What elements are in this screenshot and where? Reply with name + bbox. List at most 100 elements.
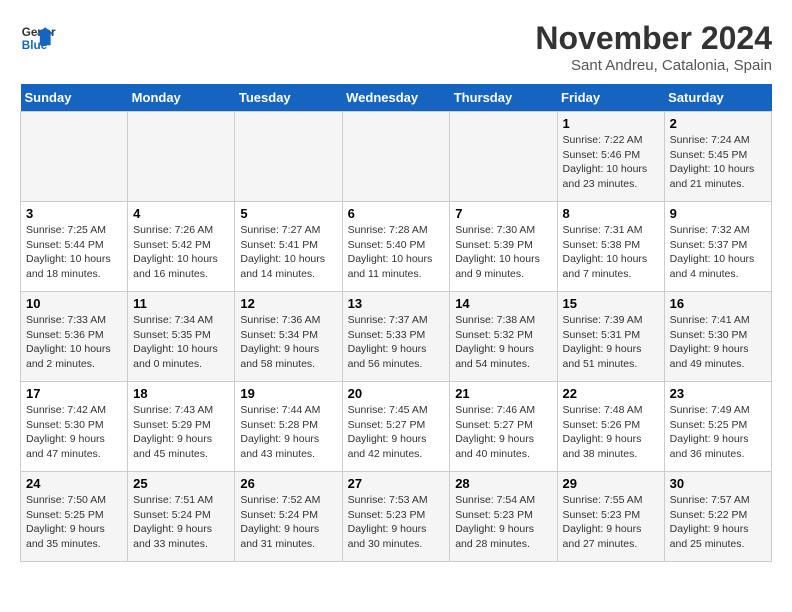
calendar-cell: 6 Sunrise: 7:28 AM Sunset: 5:40 PM Daylig… (342, 202, 450, 292)
day-number: 15 (563, 296, 659, 311)
page-title: November 2024 (535, 20, 772, 57)
page-subtitle: Sant Andreu, Catalonia, Spain (535, 57, 772, 74)
day-info: Sunrise: 7:38 AM Sunset: 5:32 PM Dayligh… (455, 313, 551, 372)
calendar-cell: 13 Sunrise: 7:37 AM Sunset: 5:33 PM Dayli… (342, 292, 450, 382)
day-header-tuesday: Tuesday (235, 84, 342, 112)
day-info: Sunrise: 7:52 AM Sunset: 5:24 PM Dayligh… (240, 493, 336, 552)
day-number: 12 (240, 296, 336, 311)
day-info: Sunrise: 7:37 AM Sunset: 5:33 PM Dayligh… (348, 313, 445, 372)
day-number: 13 (348, 296, 445, 311)
day-number: 28 (455, 476, 551, 491)
day-info: Sunrise: 7:34 AM Sunset: 5:35 PM Dayligh… (133, 313, 229, 372)
day-number: 26 (240, 476, 336, 491)
day-header-saturday: Saturday (664, 84, 771, 112)
day-info: Sunrise: 7:49 AM Sunset: 5:25 PM Dayligh… (670, 403, 766, 462)
calendar-cell: 10 Sunrise: 7:33 AM Sunset: 5:36 PM Dayli… (21, 292, 128, 382)
day-info: Sunrise: 7:43 AM Sunset: 5:29 PM Dayligh… (133, 403, 229, 462)
calendar-cell: 11Sunrise: 7:34 AM Sunset: 5:35 PM Dayli… (128, 292, 235, 382)
header: General Blue November 2024 Sant Andreu, … (20, 20, 772, 74)
day-info: Sunrise: 7:25 AM Sunset: 5:44 PM Dayligh… (26, 223, 122, 282)
day-info: Sunrise: 7:22 AM Sunset: 5:46 PM Dayligh… (563, 133, 659, 192)
day-number: 16 (670, 296, 766, 311)
day-number: 8 (563, 206, 659, 221)
calendar-cell: 18 Sunrise: 7:43 AM Sunset: 5:29 PM Dayli… (128, 382, 235, 472)
calendar-table: SundayMondayTuesdayWednesdayThursdayFrid… (20, 84, 772, 562)
day-number: 14 (455, 296, 551, 311)
day-info: Sunrise: 7:39 AM Sunset: 5:31 PM Dayligh… (563, 313, 659, 372)
day-info: Sunrise: 7:50 AM Sunset: 5:25 PM Dayligh… (26, 493, 122, 552)
calendar-cell: 12 Sunrise: 7:36 AM Sunset: 5:34 PM Dayli… (235, 292, 342, 382)
calendar-header-row: SundayMondayTuesdayWednesdayThursdayFrid… (21, 84, 772, 112)
calendar-cell: 4Sunrise: 7:26 AM Sunset: 5:42 PM Daylig… (128, 202, 235, 292)
day-header-monday: Monday (128, 84, 235, 112)
day-number: 10 (26, 296, 122, 311)
calendar-cell: 14 Sunrise: 7:38 AM Sunset: 5:32 PM Dayli… (450, 292, 557, 382)
day-info: Sunrise: 7:28 AM Sunset: 5:40 PM Dayligh… (348, 223, 445, 282)
calendar-cell: 1 Sunrise: 7:22 AM Sunset: 5:46 PM Daylig… (557, 112, 664, 202)
calendar-cell (342, 112, 450, 202)
day-info: Sunrise: 7:53 AM Sunset: 5:23 PM Dayligh… (348, 493, 445, 552)
calendar-week-1: 1 Sunrise: 7:22 AM Sunset: 5:46 PM Daylig… (21, 112, 772, 202)
day-number: 22 (563, 386, 659, 401)
day-info: Sunrise: 7:24 AM Sunset: 5:45 PM Dayligh… (670, 133, 766, 192)
title-section: November 2024 Sant Andreu, Catalonia, Sp… (535, 20, 772, 74)
calendar-cell: 16 Sunrise: 7:41 AM Sunset: 5:30 PM Dayli… (664, 292, 771, 382)
day-number: 7 (455, 206, 551, 221)
day-number: 1 (563, 116, 659, 131)
day-number: 21 (455, 386, 551, 401)
day-header-wednesday: Wednesday (342, 84, 450, 112)
logo: General Blue (20, 20, 56, 56)
day-info: Sunrise: 7:32 AM Sunset: 5:37 PM Dayligh… (670, 223, 766, 282)
day-number: 25 (133, 476, 229, 491)
day-info: Sunrise: 7:33 AM Sunset: 5:36 PM Dayligh… (26, 313, 122, 372)
calendar-cell: 21Sunrise: 7:46 AM Sunset: 5:27 PM Dayli… (450, 382, 557, 472)
calendar-cell: 28 Sunrise: 7:54 AM Sunset: 5:23 PM Dayli… (450, 472, 557, 562)
day-info: Sunrise: 7:26 AM Sunset: 5:42 PM Dayligh… (133, 223, 229, 282)
day-info: Sunrise: 7:55 AM Sunset: 5:23 PM Dayligh… (563, 493, 659, 552)
calendar-cell: 25Sunrise: 7:51 AM Sunset: 5:24 PM Dayli… (128, 472, 235, 562)
calendar-cell: 3 Sunrise: 7:25 AM Sunset: 5:44 PM Daylig… (21, 202, 128, 292)
day-number: 17 (26, 386, 122, 401)
calendar-cell (21, 112, 128, 202)
calendar-week-4: 17 Sunrise: 7:42 AM Sunset: 5:30 PM Dayli… (21, 382, 772, 472)
calendar-week-2: 3 Sunrise: 7:25 AM Sunset: 5:44 PM Daylig… (21, 202, 772, 292)
day-number: 30 (670, 476, 766, 491)
calendar-cell: 20Sunrise: 7:45 AM Sunset: 5:27 PM Dayli… (342, 382, 450, 472)
calendar-cell: 2 Sunrise: 7:24 AM Sunset: 5:45 PM Daylig… (664, 112, 771, 202)
day-number: 27 (348, 476, 445, 491)
day-number: 29 (563, 476, 659, 491)
day-info: Sunrise: 7:48 AM Sunset: 5:26 PM Dayligh… (563, 403, 659, 462)
calendar-cell (450, 112, 557, 202)
day-header-sunday: Sunday (21, 84, 128, 112)
day-info: Sunrise: 7:41 AM Sunset: 5:30 PM Dayligh… (670, 313, 766, 372)
calendar-cell (128, 112, 235, 202)
calendar-cell: 29 Sunrise: 7:55 AM Sunset: 5:23 PM Dayli… (557, 472, 664, 562)
calendar-week-3: 10 Sunrise: 7:33 AM Sunset: 5:36 PM Dayli… (21, 292, 772, 382)
day-header-friday: Friday (557, 84, 664, 112)
calendar-cell: 24 Sunrise: 7:50 AM Sunset: 5:25 PM Dayli… (21, 472, 128, 562)
day-number: 23 (670, 386, 766, 401)
calendar-cell: 30Sunrise: 7:57 AM Sunset: 5:22 PM Dayli… (664, 472, 771, 562)
calendar-cell: 8Sunrise: 7:31 AM Sunset: 5:38 PM Daylig… (557, 202, 664, 292)
day-info: Sunrise: 7:54 AM Sunset: 5:23 PM Dayligh… (455, 493, 551, 552)
day-info: Sunrise: 7:42 AM Sunset: 5:30 PM Dayligh… (26, 403, 122, 462)
day-number: 6 (348, 206, 445, 221)
day-number: 5 (240, 206, 336, 221)
calendar-cell: 19Sunrise: 7:44 AM Sunset: 5:28 PM Dayli… (235, 382, 342, 472)
logo-icon: General Blue (20, 20, 56, 56)
calendar-cell: 17 Sunrise: 7:42 AM Sunset: 5:30 PM Dayli… (21, 382, 128, 472)
day-number: 3 (26, 206, 122, 221)
day-number: 24 (26, 476, 122, 491)
day-number: 2 (670, 116, 766, 131)
calendar-cell: 5Sunrise: 7:27 AM Sunset: 5:41 PM Daylig… (235, 202, 342, 292)
calendar-cell (235, 112, 342, 202)
day-number: 19 (240, 386, 336, 401)
calendar-cell: 26 Sunrise: 7:52 AM Sunset: 5:24 PM Dayli… (235, 472, 342, 562)
day-info: Sunrise: 7:30 AM Sunset: 5:39 PM Dayligh… (455, 223, 551, 282)
calendar-cell: 27 Sunrise: 7:53 AM Sunset: 5:23 PM Dayli… (342, 472, 450, 562)
day-number: 18 (133, 386, 229, 401)
day-header-thursday: Thursday (450, 84, 557, 112)
calendar-cell: 22 Sunrise: 7:48 AM Sunset: 5:26 PM Dayli… (557, 382, 664, 472)
calendar-week-5: 24 Sunrise: 7:50 AM Sunset: 5:25 PM Dayli… (21, 472, 772, 562)
day-info: Sunrise: 7:36 AM Sunset: 5:34 PM Dayligh… (240, 313, 336, 372)
